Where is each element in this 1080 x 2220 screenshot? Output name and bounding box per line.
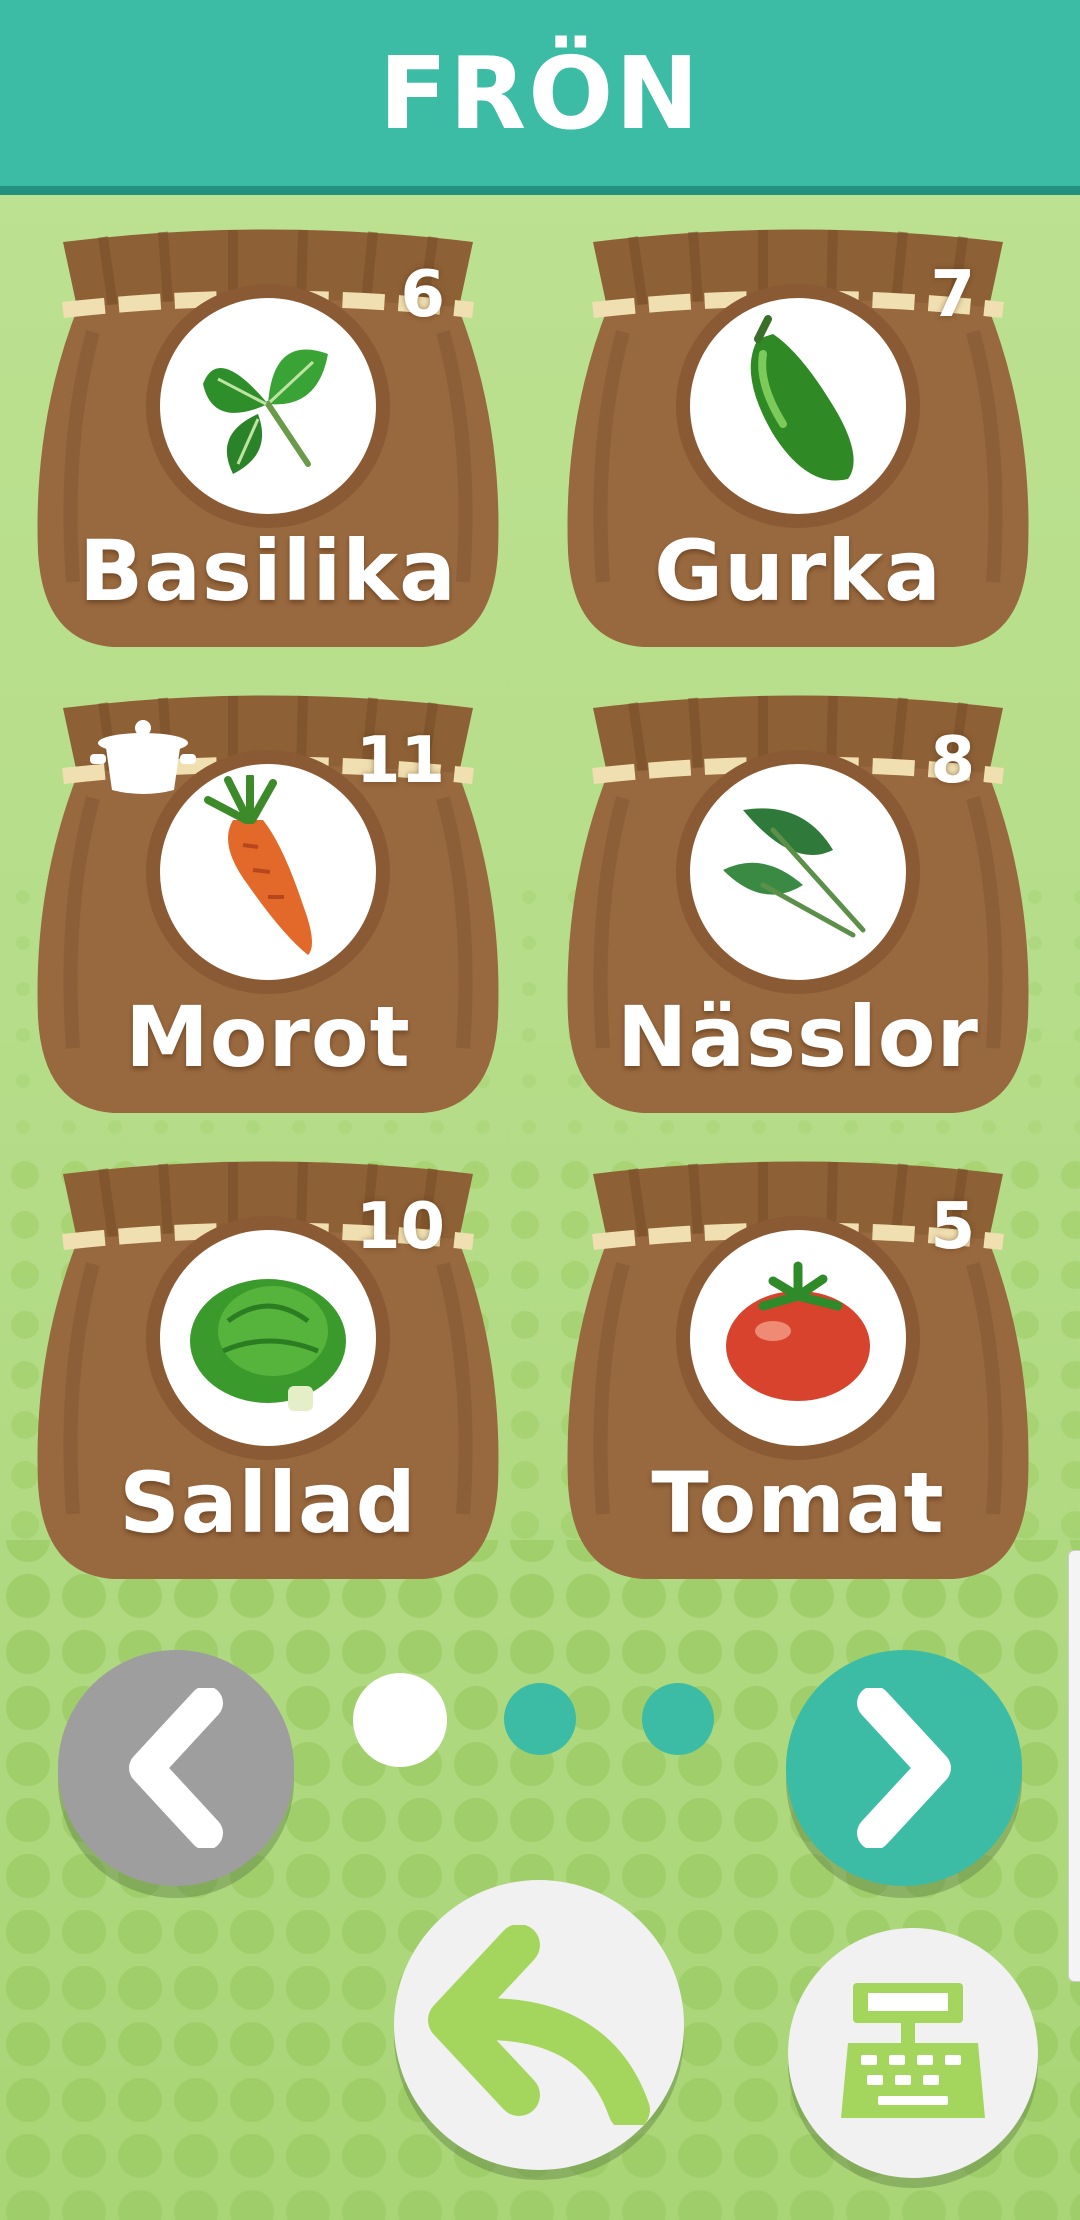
page-indicator-3[interactable] xyxy=(642,1683,714,1755)
seed-bag-morot[interactable]: 11 Morot xyxy=(33,688,503,1128)
page-indicator-1-active[interactable] xyxy=(353,1673,447,1767)
seed-count: 8 xyxy=(930,724,975,798)
seed-image-circle xyxy=(146,750,390,994)
back-arrow-icon xyxy=(428,1925,650,2125)
back-button[interactable] xyxy=(394,1880,684,2170)
chevron-left-icon xyxy=(129,1688,223,1848)
seed-name: Tomat xyxy=(651,1454,945,1552)
seed-count: 7 xyxy=(930,258,975,332)
seed-count: 6 xyxy=(400,258,445,332)
cucumber-icon xyxy=(718,314,878,498)
seed-count: 11 xyxy=(355,724,445,798)
seed-image-circle xyxy=(676,1216,920,1460)
cash-register-icon xyxy=(841,1983,985,2118)
seed-bag-gurka[interactable]: 7 Gurka xyxy=(563,222,1033,662)
seed-image-circle xyxy=(676,284,920,528)
seed-name: Sallad xyxy=(119,1454,417,1552)
previous-page-button[interactable] xyxy=(58,1650,294,1886)
seed-image-circle xyxy=(146,1216,390,1460)
next-page-button[interactable] xyxy=(786,1650,1022,1886)
seed-name: Gurka xyxy=(654,522,942,620)
seed-image-circle xyxy=(676,750,920,994)
seed-name: Morot xyxy=(125,988,411,1086)
seed-bag-nässlor[interactable]: 8 Nässlor xyxy=(563,688,1033,1128)
seed-count: 5 xyxy=(930,1190,975,1264)
header-bar: FRÖN xyxy=(0,0,1080,195)
shop-button[interactable] xyxy=(788,1928,1038,2178)
nettle-icon xyxy=(713,790,883,954)
lettuce-icon xyxy=(178,1251,358,1425)
seed-name: Basilika xyxy=(79,522,457,620)
seed-bag-sallad[interactable]: 10 Sallad xyxy=(33,1154,503,1594)
side-scroll-handle[interactable] xyxy=(1068,1550,1080,1982)
basil-leaf-icon xyxy=(188,324,348,488)
seed-bag-basilika[interactable]: 6 Basilika xyxy=(33,222,503,662)
page-indicator-2[interactable] xyxy=(504,1683,576,1755)
seed-image-circle xyxy=(146,284,390,528)
seed-count: 10 xyxy=(355,1190,445,1264)
tomato-icon xyxy=(713,1261,883,1415)
seed-bag-tomat[interactable]: 5 Tomat xyxy=(563,1154,1033,1594)
carrot-icon xyxy=(188,773,348,969)
page-title: FRÖN xyxy=(378,34,701,152)
chevron-right-icon xyxy=(857,1688,951,1848)
seed-name: Nässlor xyxy=(617,988,979,1086)
